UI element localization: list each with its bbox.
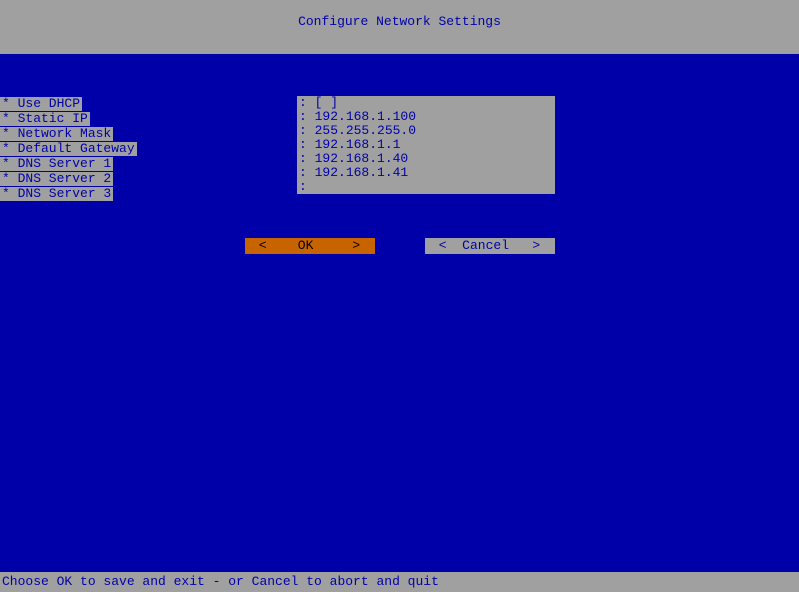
field-value-netmask[interactable]: : 255.255.255.0 xyxy=(297,124,555,138)
title-text: Configure Network Settings xyxy=(298,14,501,29)
field-value-dns3[interactable]: : xyxy=(297,180,555,194)
button-row: < OK > < Cancel > xyxy=(0,238,799,254)
field-label-static-ip: * Static IP xyxy=(0,112,90,126)
values-column: : [ ] : 192.168.1.100 : 255.255.255.0 : … xyxy=(297,96,555,194)
statusbar: Choose OK to save and exit - or Cancel t… xyxy=(0,572,799,592)
field-label-netmask: * Network Mask xyxy=(0,127,113,141)
titlebar: Configure Network Settings xyxy=(0,0,799,54)
field-value-dns1[interactable]: : 192.168.1.40 xyxy=(297,152,555,166)
cancel-button[interactable]: < Cancel > xyxy=(425,238,555,254)
main-panel: * Use DHCP * Static IP * Network Mask * … xyxy=(0,54,799,572)
field-value-dns2[interactable]: : 192.168.1.41 xyxy=(297,166,555,180)
ok-button[interactable]: < OK > xyxy=(245,238,375,254)
labels-column: * Use DHCP * Static IP * Network Mask * … xyxy=(0,96,137,201)
field-label-gateway: * Default Gateway xyxy=(0,142,137,156)
field-value-dhcp[interactable]: : [ ] xyxy=(297,96,555,110)
field-label-dhcp: * Use DHCP xyxy=(0,97,82,111)
status-text: Choose OK to save and exit - or Cancel t… xyxy=(2,574,439,589)
field-label-dns3: * DNS Server 3 xyxy=(0,187,113,201)
field-value-gateway[interactable]: : 192.168.1.1 xyxy=(297,138,555,152)
field-label-dns1: * DNS Server 1 xyxy=(0,157,113,171)
field-label-dns2: * DNS Server 2 xyxy=(0,172,113,186)
field-value-static-ip[interactable]: : 192.168.1.100 xyxy=(297,110,555,124)
